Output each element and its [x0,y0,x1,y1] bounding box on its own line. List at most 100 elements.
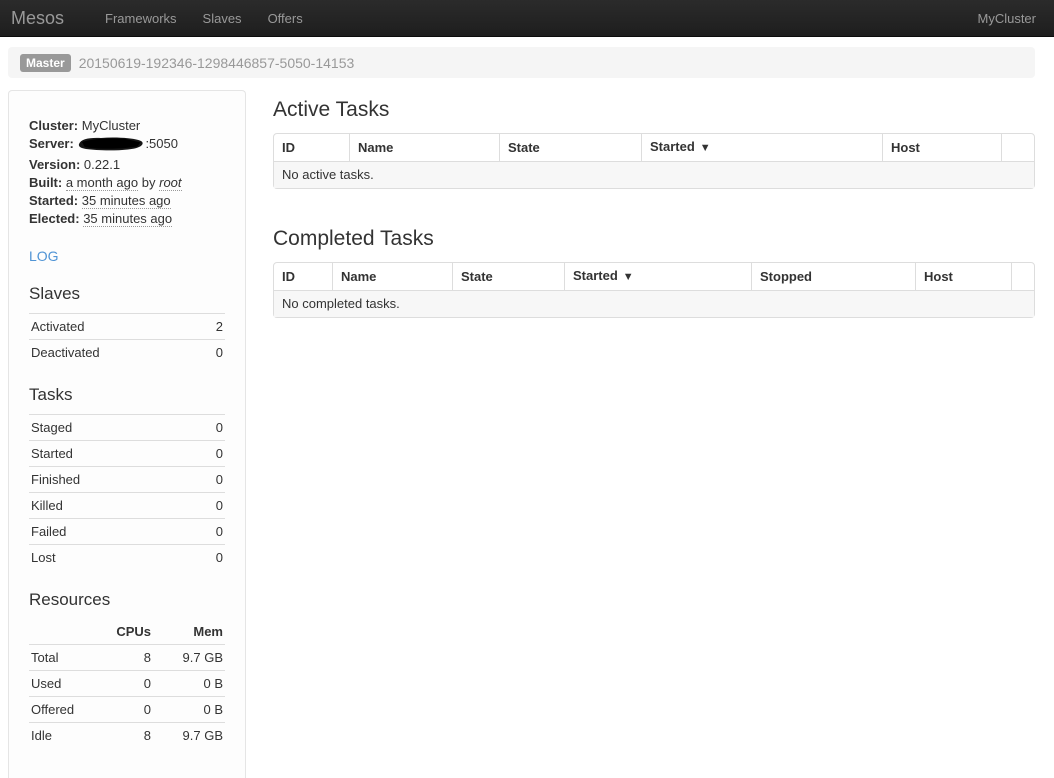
active-col-host[interactable]: Host [882,134,1001,161]
active-col-name[interactable]: Name [349,134,499,161]
top-navbar: Mesos Frameworks Slaves Offers MyCluster [0,0,1054,37]
completed-col-state[interactable]: State [452,263,564,290]
resources-total-cpus: 8 [91,645,153,671]
info-elected-label: Elected: [29,211,80,226]
table-row: Lost 0 [29,545,225,571]
active-col-started[interactable]: Started ▼ [641,134,882,161]
slaves-deactivated-label: Deactivated [29,340,198,366]
info-elected-value: 35 minutes ago [83,211,172,227]
resources-idle-mem: 9.7 GB [153,723,225,749]
info-elected: Elected: 35 minutes ago [29,210,225,228]
resources-offered-mem: 0 B [153,697,225,723]
completed-col-started[interactable]: Started ▼ [564,263,751,290]
table-row: Staged 0 [29,415,225,441]
info-server: Server: :5050 [29,135,225,156]
info-version-value: 0.22.1 [84,157,120,172]
sidebar-panel: Cluster: MyCluster Server: :5050 Version… [8,90,246,778]
active-col-started-label: Started [650,139,695,154]
completed-col-started-label: Started [573,268,618,283]
table-row: Offered 0 0 B [29,697,225,723]
resources-used-mem: 0 B [153,671,225,697]
info-cluster-label: Cluster: [29,118,78,133]
redacted-server-address [78,136,144,156]
tasks-started-value: 0 [190,441,225,467]
table-row: Activated 2 [29,314,225,340]
resources-col-empty [29,619,91,645]
completed-tasks-title: Completed Tasks [273,227,1035,251]
completed-col-id[interactable]: ID [274,263,332,290]
tasks-started-label: Started [29,441,190,467]
resources-idle-label: Idle [29,723,91,749]
log-link[interactable]: LOG [29,248,59,264]
resources-table: CPUs Mem Total 8 9.7 GB Used 0 0 B [29,619,225,748]
nav-item-offers[interactable]: Offers [255,11,316,26]
completed-col-host[interactable]: Host [915,263,1011,290]
navbar-cluster-name: MyCluster [977,11,1054,26]
info-built-label: Built: [29,175,62,190]
slaves-stats-table: Activated 2 Deactivated 0 [29,313,225,365]
active-col-state[interactable]: State [499,134,641,161]
resources-idle-cpus: 8 [91,723,153,749]
info-built-value: a month ago [66,175,138,191]
completed-col-name[interactable]: Name [332,263,452,290]
sort-desc-icon: ▼ [700,142,711,154]
completed-col-stopped[interactable]: Stopped [751,263,915,290]
table-row: Killed 0 [29,493,225,519]
slaves-section-title: Slaves [29,284,225,304]
resources-used-cpus: 0 [91,671,153,697]
info-started-value: 35 minutes ago [82,193,171,209]
info-cluster: Cluster: MyCluster [29,117,225,135]
table-row: Finished 0 [29,467,225,493]
completed-col-actions [1011,263,1034,290]
info-version: Version: 0.22.1 [29,156,225,174]
tasks-failed-label: Failed [29,519,190,545]
table-row: Started 0 [29,441,225,467]
tasks-lost-label: Lost [29,545,190,571]
active-tasks-title: Active Tasks [273,98,1035,122]
completed-tasks-empty-message: No completed tasks. [274,290,1034,317]
tasks-lost-value: 0 [190,545,225,571]
table-header-row: ID Name State Started ▼ Stopped Host [274,263,1034,290]
nav-item-frameworks[interactable]: Frameworks [92,11,190,26]
tasks-stats-table: Staged 0 Started 0 Finished 0 Killed 0 F… [29,414,225,570]
active-tasks-empty-message: No active tasks. [274,161,1034,188]
brand-mesos[interactable]: Mesos [0,8,92,29]
slaves-activated-label: Activated [29,314,198,340]
table-header-row: ID Name State Started ▼ Host [274,134,1034,161]
tasks-killed-label: Killed [29,493,190,519]
info-started: Started: 35 minutes ago [29,192,225,210]
resources-used-label: Used [29,671,91,697]
tasks-killed-value: 0 [190,493,225,519]
info-server-label: Server: [29,136,74,151]
active-col-id[interactable]: ID [274,134,349,161]
master-badge: Master [20,54,71,72]
table-row: Failed 0 [29,519,225,545]
tasks-staged-value: 0 [190,415,225,441]
table-row: Idle 8 9.7 GB [29,723,225,749]
resources-col-mem: Mem [153,619,225,645]
tasks-section-title: Tasks [29,385,225,405]
page-container: Master 20150619-192346-1298446857-5050-1… [8,47,1035,778]
master-id-text: 20150619-192346-1298446857-5050-14153 [79,55,355,71]
completed-tasks-table: ID Name State Started ▼ Stopped Host No c… [273,262,1035,318]
resources-total-label: Total [29,645,91,671]
empty-row: No active tasks. [274,161,1034,188]
info-cluster-value: MyCluster [82,118,141,133]
slaves-activated-value: 2 [198,314,225,340]
sort-desc-icon: ▼ [623,271,634,283]
info-started-label: Started: [29,193,78,208]
active-col-actions [1001,134,1034,161]
tasks-finished-label: Finished [29,467,190,493]
info-built: Built: a month ago by root [29,174,225,192]
active-tasks-table: ID Name State Started ▼ Host No active ta… [273,133,1035,189]
info-built-author: root [159,175,181,191]
table-row: Deactivated 0 [29,340,225,366]
table-row: Used 0 0 B [29,671,225,697]
nav-item-slaves[interactable]: Slaves [190,11,255,26]
tasks-finished-value: 0 [190,467,225,493]
tasks-failed-value: 0 [190,519,225,545]
info-server-port: :5050 [145,136,178,151]
info-built-by: by [142,175,156,190]
table-row: CPUs Mem [29,619,225,645]
tasks-staged-label: Staged [29,415,190,441]
